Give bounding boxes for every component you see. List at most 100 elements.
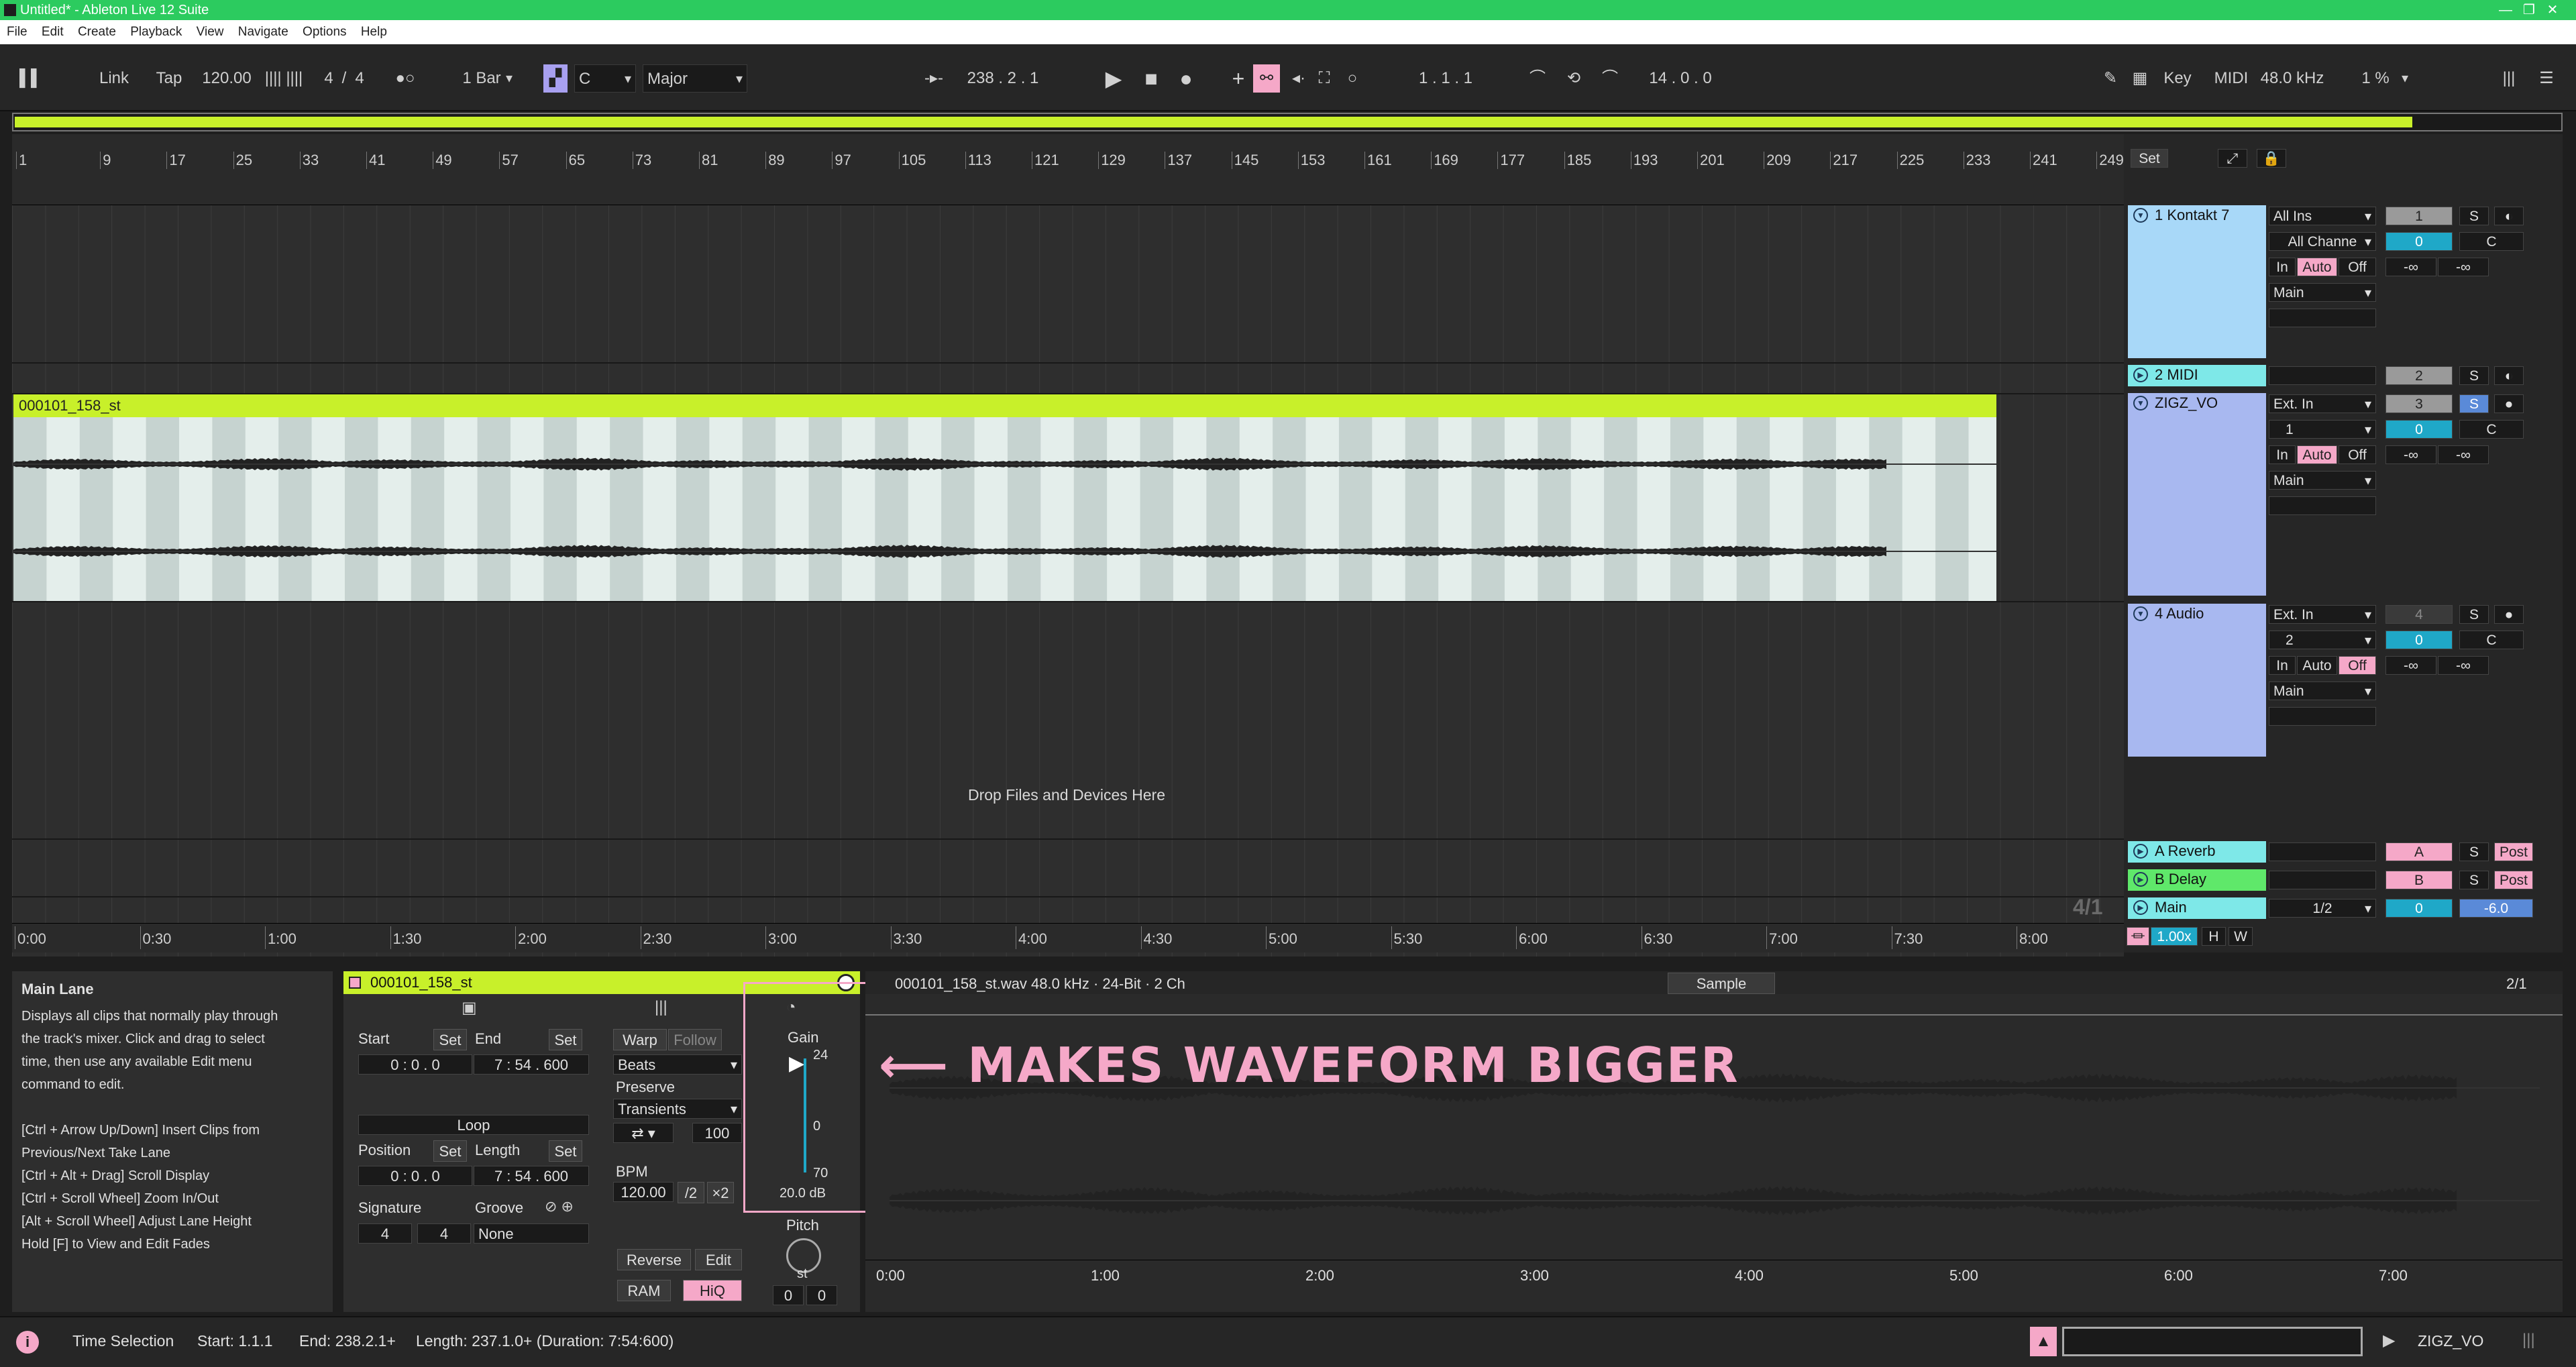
loop-icon[interactable]: ⟲ — [1560, 64, 1587, 93]
bpm-field[interactable]: 120.00 — [613, 1182, 674, 1202]
track-4-input[interactable]: Ext. In — [2269, 605, 2376, 624]
lock-icon[interactable]: 🔒 — [2257, 149, 2286, 168]
track-3-monitor-auto[interactable]: Auto — [2297, 445, 2337, 464]
follow-icon[interactable]: -▸- — [920, 64, 947, 93]
track-3-arm-icon[interactable]: ● — [2494, 394, 2524, 413]
time-ruler[interactable]: 0:00 0:30 1:00 1:30 2:00 2:30 3:00 3:30 4:00 4:30… — [12, 923, 2124, 952]
main-track-title[interactable]: ▶ Main — [2128, 897, 2266, 919]
loop-start-field[interactable]: 1 . 1 . 1 — [1395, 64, 1496, 93]
hiq-button[interactable]: HiQ — [683, 1280, 742, 1301]
track-4-title[interactable]: ▼ 4 Audio — [2128, 604, 2266, 757]
zoom-factor[interactable]: 1.00x — [2151, 927, 2198, 946]
draw-mode-icon[interactable]: ✎ — [2097, 64, 2124, 93]
scale-mode-icon[interactable]: ▞ — [543, 64, 568, 93]
main-db[interactable]: -6.0 — [2459, 899, 2533, 918]
main-cue-select[interactable]: 1/2 — [2269, 899, 2376, 918]
io-icon[interactable]: ||| — [2496, 64, 2522, 93]
audio-clip[interactable]: 000101_158_st — [13, 394, 1996, 601]
preserve-select[interactable]: Transients — [613, 1099, 742, 1119]
audio-tab-icon[interactable]: ||| — [655, 998, 667, 1017]
track-4-sub-output[interactable] — [2269, 707, 2376, 726]
position-field[interactable]: 0 : 0 . 0 — [358, 1166, 472, 1186]
clip-tab-icon[interactable]: ▣ — [462, 998, 477, 1018]
clip-sig-numerator[interactable]: 4 — [358, 1223, 412, 1244]
sample-loop-brace[interactable] — [865, 998, 2563, 1016]
track-4-solo[interactable]: S — [2459, 605, 2489, 624]
overdub-icon[interactable]: + — [1225, 64, 1252, 93]
return-b[interactable]: ▶ B Delay B S Post — [2124, 869, 2563, 896]
mixer-icon[interactable]: ||| — [2522, 1331, 2535, 1350]
track-4-monitor-auto[interactable]: Auto — [2297, 656, 2337, 675]
capture-icon[interactable]: ⛶ — [1311, 64, 1338, 93]
track-3[interactable]: ▼ZIGZ_VO Ext. In 1 In Auto Off Main 3 S … — [2124, 393, 2563, 600]
sample-editor[interactable]: 000101_158_st.wav 48.0 kHz · 24-Bit · 2 … — [865, 971, 2563, 1312]
quantize-select[interactable]: 1 Bar — [447, 64, 517, 93]
key-map-button[interactable]: Key — [2157, 64, 2198, 93]
main-track[interactable]: ▶Main 1/2 0 -6.0 — [2124, 897, 2563, 924]
keyboard-icon[interactable]: ▦ — [2127, 64, 2153, 93]
automation-mode-icon[interactable]: ▲ — [2030, 1327, 2057, 1356]
fold-icon[interactable]: ▶ — [2133, 368, 2148, 382]
track-1-monitor-auto[interactable]: Auto — [2297, 258, 2337, 276]
tempo-field[interactable]: 120.00 — [195, 64, 259, 93]
transient-loop-icon[interactable]: ⇄ ▾ — [613, 1123, 674, 1143]
track-2-number[interactable]: 2 — [2385, 366, 2453, 385]
return-a-title[interactable]: ▶ A Reverb — [2128, 841, 2266, 863]
track-1-input[interactable]: All Ins — [2269, 207, 2376, 226]
menu-navigate[interactable]: Navigate — [238, 25, 288, 39]
menu-icon[interactable]: ☰ — [2533, 64, 2560, 93]
track-1-number[interactable]: 1 — [2385, 207, 2453, 225]
double-tempo-button[interactable]: ×2 — [707, 1182, 734, 1203]
track-3-sub-output[interactable] — [2269, 496, 2376, 515]
track-1-output[interactable]: Main — [2269, 283, 2376, 303]
info-icon[interactable]: i — [16, 1331, 39, 1354]
link-button[interactable]: Link — [94, 64, 134, 93]
metronome-icon[interactable]: ●○ — [385, 64, 425, 93]
track-3-title[interactable]: ▼ ZIGZ_VO — [2128, 393, 2266, 596]
pitch-cents[interactable]: 0 — [806, 1285, 837, 1305]
return-b-letter[interactable]: B — [2385, 871, 2453, 889]
track-arrow-icon[interactable]: ▶ — [2383, 1331, 2395, 1350]
sig-numerator[interactable]: 4 — [321, 64, 337, 93]
start-field[interactable]: 0 : 0 . 0 — [358, 1054, 472, 1075]
track-3-monitor-in[interactable]: In — [2269, 445, 2296, 464]
key-select[interactable]: C — [574, 64, 636, 93]
punch-in-icon[interactable]: ⌒ — [1524, 64, 1551, 93]
height-button[interactable]: H — [2202, 927, 2226, 946]
track-3-channel[interactable]: 1 — [2269, 420, 2376, 439]
track-2-title[interactable]: ▶ 2 MIDI — [2128, 365, 2266, 386]
return-b-solo[interactable]: S — [2459, 871, 2489, 889]
fold-icon[interactable]: ▶ — [2133, 872, 2148, 887]
end-set-button[interactable]: Set — [549, 1029, 582, 1050]
arrangement-overview[interactable] — [12, 113, 2563, 131]
loop-button[interactable]: Loop — [358, 1115, 589, 1135]
track-1-pan[interactable]: C — [2459, 232, 2524, 251]
follow-button[interactable]: Follow — [668, 1029, 722, 1050]
beat-ruler[interactable]: 1 9 17 25 33 41 49 57 65 73 81 89 97 105 113 121 129 137 1… — [12, 134, 2124, 205]
envelope-field[interactable]: 100 — [692, 1123, 742, 1143]
groove-hotswap-icon[interactable]: ⊘ ⊕ — [545, 1198, 574, 1215]
track-4[interactable]: ▼4 Audio Ext. In 2 In Auto Off Main 4 S … — [2124, 604, 2563, 761]
gain-value[interactable]: 20.0 dB — [780, 1186, 826, 1201]
track-3-volume[interactable]: 0 — [2385, 420, 2453, 439]
track-2-arm-icon[interactable]: ◐ — [2494, 366, 2524, 385]
edit-button[interactable]: Edit — [695, 1249, 742, 1270]
warp-button[interactable]: Warp — [613, 1029, 667, 1050]
track-4-monitor-off[interactable]: Off — [2339, 656, 2376, 675]
width-button[interactable]: W — [2229, 927, 2253, 946]
menu-file[interactable]: File — [7, 25, 28, 39]
fold-icon[interactable]: ▶ — [2133, 844, 2148, 859]
track-1-sub-output[interactable] — [2269, 309, 2376, 327]
punch-out-icon[interactable]: ⌒ — [1597, 64, 1623, 93]
menu-playback[interactable]: Playback — [130, 25, 182, 39]
length-set-button[interactable]: Set — [549, 1140, 582, 1162]
length-field[interactable]: 7 : 54 . 600 — [474, 1166, 589, 1186]
track-3-monitor-off[interactable]: Off — [2339, 445, 2376, 464]
scroll-overview[interactable] — [2062, 1327, 2363, 1356]
menu-edit[interactable]: Edit — [42, 25, 64, 39]
ram-button[interactable]: RAM — [617, 1280, 671, 1301]
main-volume[interactable]: 0 — [2385, 899, 2453, 918]
session-record-icon[interactable]: ○ — [1339, 64, 1366, 93]
sample-zoom[interactable]: 2/1 — [2506, 975, 2527, 993]
groove-select[interactable]: None — [474, 1223, 589, 1244]
